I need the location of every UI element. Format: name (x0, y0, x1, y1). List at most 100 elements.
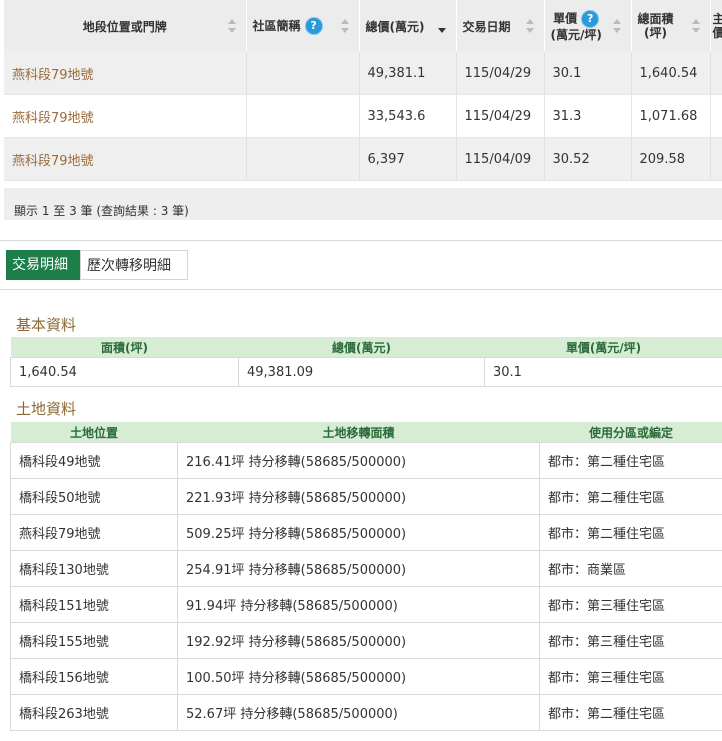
divider (0, 240, 722, 241)
land-location: 橋科段50地號 (10, 478, 178, 515)
land-zoning: 都市：第三種住宅區 (539, 586, 722, 623)
land-zoning: 都市：第三種住宅區 (539, 658, 722, 695)
table-row: 橋科段50地號 221.93坪 持分移轉(58685/500000) 都市：第二… (10, 478, 722, 515)
table-row: 橋科段263地號 52.67坪 持分移轉(58685/500000) 都市：第二… (10, 694, 722, 731)
sort-icon[interactable] (612, 19, 621, 33)
row-community (246, 52, 360, 95)
row-area: 209.58 (631, 137, 711, 181)
tab-transaction-detail[interactable]: 交易明細 (6, 250, 80, 280)
col-unit-price-unit: (萬元/坪) (550, 28, 602, 42)
land-area: 216.41坪 持分移轉(58685/500000) (177, 442, 540, 479)
land-area: 52.67坪 持分移轉(58685/500000) (177, 694, 540, 731)
land-header-row: 土地位置 土地移轉面積 使用分區或編定 (10, 422, 722, 443)
section-title-land: 土地資料 (16, 400, 77, 418)
col-extra-label: 主 (713, 12, 722, 26)
row-unit-price: 30.1 (544, 52, 632, 95)
basic-value-row: 1,640.54 49,381.09 30.1 (10, 357, 722, 387)
col-header-date[interactable]: 交易日期 (456, 0, 545, 52)
table-row: 橋科段156地號 100.50坪 持分移轉(58685/500000) 都市：第… (10, 658, 722, 695)
basic-header-row: 面積(坪) 總價(萬元) 單價(萬元/坪) (10, 337, 722, 358)
help-icon[interactable]: ? (304, 17, 323, 36)
table-row: 橋科段155地號 192.92坪 持分移轉(58685/500000) 都市：第… (10, 622, 722, 659)
sort-icon[interactable] (691, 19, 700, 33)
col-header-unit-price[interactable]: 單價? (萬元/坪) (544, 0, 632, 52)
land-area: 221.93坪 持分移轉(58685/500000) (177, 478, 540, 515)
row-area: 1,071.68 (631, 94, 711, 138)
basic-unit-price-value: 30.1 (484, 357, 722, 387)
row-extra (710, 52, 722, 95)
col-total-price-label: 總價(萬元) (365, 19, 425, 34)
col-header-community[interactable]: 社區簡稱? (246, 0, 360, 52)
row-extra (710, 94, 722, 138)
row-date: 115/04/29 (456, 94, 545, 138)
col-extra-unit: 價 (713, 26, 722, 40)
col-header-location[interactable]: 地段位置或門牌 (4, 0, 247, 52)
sort-icon[interactable] (227, 19, 236, 33)
results-table: 地段位置或門牌 社區簡稱? 總價(萬元) 交易日期 單價? (萬元/坪) 總面積(… (4, 0, 722, 181)
table-row: 燕科段79地號 509.25坪 持分移轉(58685/500000) 都市：第二… (10, 514, 722, 551)
tab-transfer-history[interactable]: 歷次轉移明細 (80, 250, 188, 280)
table-row: 橋科段49地號 216.41坪 持分移轉(58685/500000) 都市：第二… (10, 442, 722, 479)
land-zoning: 都市：第三種住宅區 (539, 622, 722, 659)
sort-icon[interactable] (340, 19, 349, 33)
results-header-row: 地段位置或門牌 社區簡稱? 總價(萬元) 交易日期 單價? (萬元/坪) 總面積(… (4, 0, 722, 52)
col-header-total-price[interactable]: 總價(萬元) (359, 0, 457, 52)
land-header-location: 土地位置 (10, 422, 178, 443)
row-location[interactable]: 燕科段79地號 (4, 94, 247, 138)
land-area: 91.94坪 持分移轉(58685/500000) (177, 586, 540, 623)
land-location: 橋科段130地號 (10, 550, 178, 587)
table-row: 橋科段130地號 254.91坪 持分移轉(58685/500000) 都市：商… (10, 550, 722, 587)
table-row[interactable]: 燕科段79地號 49,381.1 115/04/29 30.1 1,640.54 (4, 52, 722, 95)
col-date-label: 交易日期 (462, 19, 511, 34)
land-zoning: 都市：第二種住宅區 (539, 694, 722, 731)
land-zoning: 都市：第二種住宅區 (539, 514, 722, 551)
land-header-area: 土地移轉面積 (177, 422, 540, 443)
table-row[interactable]: 燕科段79地號 33,543.6 115/04/29 31.3 1,071.68 (4, 94, 722, 138)
row-location[interactable]: 燕科段79地號 (4, 137, 247, 181)
table-row[interactable]: 燕科段79地號 6,397 115/04/09 30.52 209.58 (4, 137, 722, 181)
row-unit-price: 31.3 (544, 94, 632, 138)
land-info-table: 土地位置 土地移轉面積 使用分區或編定 橋科段49地號 216.41坪 持分移轉… (10, 422, 722, 731)
col-header-area[interactable]: 總面積 (坪) (631, 0, 711, 52)
row-total-price: 33,543.6 (359, 94, 457, 138)
land-area: 100.50坪 持分移轉(58685/500000) (177, 658, 540, 695)
col-community-label: 社區簡稱 (252, 18, 301, 33)
basic-header-unit-price: 單價(萬元/坪) (484, 337, 722, 358)
basic-info-table: 面積(坪) 總價(萬元) 單價(萬元/坪) 1,640.54 49,381.09… (10, 337, 722, 387)
land-area: 509.25坪 持分移轉(58685/500000) (177, 514, 540, 551)
col-location-label: 地段位置或門牌 (82, 19, 167, 34)
sort-desc-icon[interactable] (437, 19, 446, 33)
land-area: 192.92坪 持分移轉(58685/500000) (177, 622, 540, 659)
land-area: 254.91坪 持分移轉(58685/500000) (177, 550, 540, 587)
row-community (246, 94, 360, 138)
row-total-price: 49,381.1 (359, 52, 457, 95)
section-title-basic: 基本資料 (16, 316, 77, 334)
col-unit-price-label: 單價 (553, 11, 578, 26)
results-summary: 顯示 1 至 3 筆 (查詢結果 : 3 筆) (4, 188, 722, 220)
land-location: 橋科段49地號 (10, 442, 178, 479)
basic-area-value: 1,640.54 (10, 357, 239, 387)
col-area-label: 總面積 (637, 12, 674, 26)
row-unit-price: 30.52 (544, 137, 632, 181)
land-location: 橋科段156地號 (10, 658, 178, 695)
land-zoning: 都市：第二種住宅區 (539, 478, 722, 515)
col-header-extra[interactable]: 主價 (710, 0, 722, 52)
land-location: 橋科段151地號 (10, 586, 178, 623)
land-location: 橋科段263地號 (10, 694, 178, 731)
row-location[interactable]: 燕科段79地號 (4, 52, 247, 95)
col-area-unit: (坪) (644, 26, 667, 40)
land-location: 橋科段155地號 (10, 622, 178, 659)
basic-header-total-price: 總價(萬元) (238, 337, 485, 358)
divider (0, 289, 722, 290)
land-header-zoning: 使用分區或編定 (539, 422, 722, 443)
row-community (246, 137, 360, 181)
row-date: 115/04/29 (456, 52, 545, 95)
land-zoning: 都市：商業區 (539, 550, 722, 587)
table-row: 橋科段151地號 91.94坪 持分移轉(58685/500000) 都市：第三… (10, 586, 722, 623)
sort-icon[interactable] (525, 19, 534, 33)
help-icon[interactable]: ? (581, 10, 600, 28)
basic-header-area: 面積(坪) (10, 337, 239, 358)
basic-total-price-value: 49,381.09 (238, 357, 485, 387)
row-total-price: 6,397 (359, 137, 457, 181)
land-location: 燕科段79地號 (10, 514, 178, 551)
